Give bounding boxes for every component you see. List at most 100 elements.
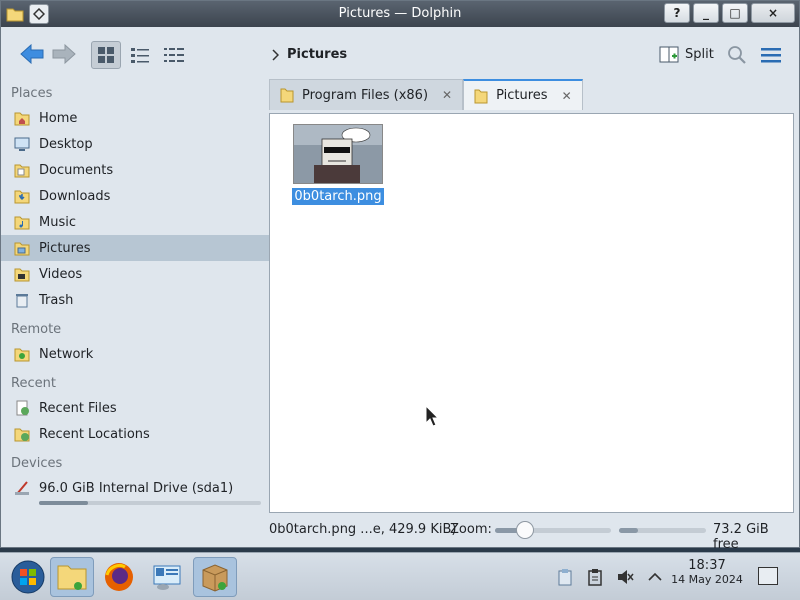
sidebar-item-label: Pictures (39, 240, 91, 256)
file-name: 0b0tarch.png (292, 188, 384, 205)
compact-view-icon (131, 48, 149, 63)
breadcrumb[interactable]: Pictures (271, 47, 347, 62)
recent-files-icon (13, 399, 31, 417)
taskbar: 18:37 14 May 2024 (0, 552, 800, 600)
sidebar-item-recent-files[interactable]: Recent Files (1, 395, 269, 421)
zoom-slider-handle[interactable] (516, 521, 535, 539)
home-icon (13, 109, 31, 127)
drive-icon (13, 479, 31, 497)
sidebar-item-label: Documents (39, 162, 114, 178)
toolbar: Pictures Split (1, 28, 799, 78)
sidebar-item-label: Home (39, 110, 78, 126)
sidebar-item-label: Desktop (39, 136, 93, 152)
network-icon (13, 345, 31, 363)
music-icon (13, 213, 31, 231)
sidebar-item-desktop[interactable]: Desktop (1, 131, 269, 157)
sidebar-item-home[interactable]: Home (1, 105, 269, 131)
details-view-button[interactable] (159, 41, 189, 69)
sidebar-item-96-0-gib-internal-drive-sda1[interactable]: 96.0 GiB Internal Drive (sda1) (1, 475, 269, 501)
close-button[interactable]: × (751, 3, 795, 23)
sidebar-item-label: Trash (39, 292, 74, 308)
show-desktop-button[interactable] (758, 567, 778, 585)
details-view-icon (164, 48, 184, 62)
volume-muted-icon[interactable] (615, 567, 635, 587)
split-label: Split (685, 46, 714, 62)
desktop-icon (13, 135, 31, 153)
zoom-slider[interactable] (495, 528, 611, 533)
close-tab-icon[interactable]: ✕ (442, 88, 452, 102)
search-button[interactable] (727, 45, 747, 69)
start-orb-icon (11, 560, 45, 594)
compact-view-button[interactable] (125, 41, 155, 69)
tab-bar: Program Files (x86) ✕ Pictures ✕ (269, 79, 583, 111)
hamburger-menu-icon (761, 48, 781, 63)
drive-usage-bar (39, 501, 261, 505)
help-button[interactable]: ? (664, 3, 690, 23)
tray-expand-icon[interactable] (645, 567, 665, 587)
hamburger-menu-button[interactable] (761, 47, 781, 67)
clipboard-icon[interactable] (585, 567, 605, 587)
tab-label: Pictures (496, 88, 548, 103)
chevron-right-icon (272, 48, 279, 61)
breadcrumb-item-pictures[interactable]: Pictures (287, 47, 347, 62)
sidebar-item-label: Recent Locations (39, 426, 150, 442)
archive-icon (202, 564, 228, 592)
remote-header: Remote (11, 321, 62, 337)
back-button[interactable] (17, 41, 47, 67)
trash-icon (13, 291, 31, 309)
clipboard-history-icon[interactable] (555, 567, 575, 587)
devices-header: Devices (11, 455, 63, 471)
free-space-label: 73.2 GiB free (713, 522, 769, 552)
sidebar-item-recent-locations[interactable]: Recent Locations (1, 421, 269, 447)
file-manager-icon (57, 565, 87, 590)
clock[interactable]: 18:37 14 May 2024 (668, 559, 746, 587)
tab-pictures[interactable]: Pictures ✕ (463, 79, 583, 110)
sidebar-item-videos[interactable]: Videos (1, 261, 269, 287)
drive-usage-fill (39, 501, 88, 505)
firefox-icon (105, 563, 133, 591)
minimize-button[interactable]: _ (693, 3, 719, 23)
sidebar-item-label: Recent Files (39, 400, 117, 416)
maximize-button[interactable]: □ (722, 3, 748, 23)
disk-space-bar (619, 528, 706, 533)
folder-icon (280, 88, 294, 103)
taskbar-firefox[interactable] (97, 557, 141, 597)
close-tab-icon[interactable]: ✕ (562, 89, 572, 103)
tab-label: Program Files (x86) (302, 87, 429, 103)
forward-button[interactable] (49, 41, 79, 67)
sidebar-item-label: Music (39, 214, 76, 230)
clock-time: 18:37 (688, 558, 726, 573)
taskbar-archive-app[interactable] (193, 557, 237, 597)
sidebar-item-trash[interactable]: Trash (1, 287, 269, 313)
sidebar-item-documents[interactable]: Documents (1, 157, 269, 183)
file-view[interactable]: 0b0tarch.png (269, 113, 794, 513)
sidebar-item-music[interactable]: Music (1, 209, 269, 235)
sidebar-item-downloads[interactable]: Downloads (1, 183, 269, 209)
tab-program-files[interactable]: Program Files (x86) ✕ (269, 79, 464, 110)
split-button[interactable]: Split (659, 44, 714, 64)
icons-view-button[interactable] (91, 41, 121, 69)
sidebar-item-label: Network (39, 346, 94, 362)
sidebar-item-label: Downloads (39, 188, 111, 204)
mouse-cursor-icon (425, 404, 440, 431)
status-bar: 0b0tarch.png ...e, 429.9 KiB) Zoom: 73.2… (269, 519, 797, 552)
search-icon (728, 46, 746, 64)
places-header: Places (11, 85, 53, 101)
file-item[interactable]: 0b0tarch.png (292, 124, 384, 205)
arrow-left-icon (20, 43, 44, 65)
videos-icon (13, 265, 31, 283)
taskbar-system-settings[interactable] (145, 557, 189, 597)
sidebar-item-pictures[interactable]: Pictures (1, 235, 269, 261)
split-view-icon (659, 46, 679, 63)
start-button[interactable] (6, 557, 50, 597)
file-thumbnail (293, 124, 383, 184)
title-bar[interactable]: Pictures — Dolphin ? _ □ × (1, 1, 799, 27)
taskbar-dolphin[interactable] (50, 557, 94, 597)
sidebar-item-network[interactable]: Network (1, 341, 269, 367)
zoom-label: Zoom: (450, 522, 492, 537)
folder-pictures-icon (474, 89, 488, 103)
sidebar-item-label: 96.0 GiB Internal Drive (sda1) (39, 480, 234, 496)
recent-header: Recent (11, 375, 56, 391)
downloads-icon (13, 187, 31, 205)
system-settings-icon (153, 565, 181, 590)
